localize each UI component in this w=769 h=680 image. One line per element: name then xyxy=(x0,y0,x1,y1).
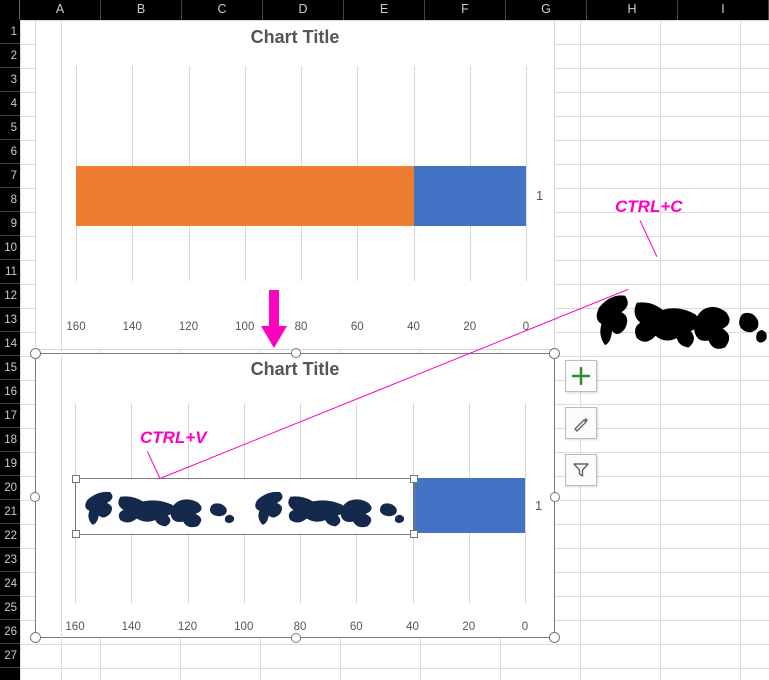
spreadsheet-grid[interactable]: Chart Title 1 160 140 120 100 80 60 40 20 0 xyxy=(20,20,769,680)
x-tick-label: 100 xyxy=(230,621,258,633)
selection-handle[interactable] xyxy=(549,632,560,643)
chart1-series2-bar[interactable] xyxy=(76,166,414,226)
col-header-B[interactable]: B xyxy=(101,0,182,20)
row-header-10[interactable]: 10 xyxy=(0,236,20,260)
arrow-down-icon xyxy=(263,290,285,350)
row-header-14[interactable]: 14 xyxy=(0,332,20,356)
row-header-11[interactable]: 11 xyxy=(0,260,20,284)
chart2-title[interactable]: Chart Title xyxy=(35,359,555,380)
x-tick-label: 160 xyxy=(61,621,89,633)
col-header-D[interactable]: D xyxy=(263,0,344,20)
row-header-3[interactable]: 3 xyxy=(0,68,20,92)
row-header-8[interactable]: 8 xyxy=(0,188,20,212)
col-header-H[interactable]: H xyxy=(587,0,678,20)
row-header-17[interactable]: 17 xyxy=(0,404,20,428)
row-header-18[interactable]: 18 xyxy=(0,428,20,452)
row-header-22[interactable]: 22 xyxy=(0,524,20,548)
gridline xyxy=(525,403,526,603)
ctrl-v-annotation: CTRL+V xyxy=(140,428,207,448)
col-header-E[interactable]: E xyxy=(344,0,425,20)
selection-handle[interactable] xyxy=(30,492,40,502)
world-map-image[interactable] xyxy=(585,250,769,405)
row-header-5[interactable]: 5 xyxy=(0,116,20,140)
gridline xyxy=(76,66,77,281)
row-header-19[interactable]: 19 xyxy=(0,452,20,476)
selection-handle[interactable] xyxy=(30,348,41,359)
row-header-9[interactable]: 9 xyxy=(0,212,20,236)
selection-handle[interactable] xyxy=(291,348,301,358)
chart1-title[interactable]: Chart Title xyxy=(36,27,554,48)
row-header-26[interactable]: 26 xyxy=(0,620,20,644)
ctrl-c-annotation: CTRL+C xyxy=(615,197,683,217)
x-tick-label: 60 xyxy=(342,621,370,633)
row-header-16[interactable]: 16 xyxy=(0,380,20,404)
chart1-y-category: 1 xyxy=(536,188,543,203)
row-header-20[interactable]: 20 xyxy=(0,476,20,500)
row-header-12[interactable]: 12 xyxy=(0,284,20,308)
col-header-F[interactable]: F xyxy=(425,0,506,20)
select-all-corner[interactable] xyxy=(0,0,20,20)
row-header-4[interactable]: 4 xyxy=(0,92,20,116)
row-header-13[interactable]: 13 xyxy=(0,308,20,332)
x-tick-label: 140 xyxy=(117,621,145,633)
row-header-15[interactable]: 15 xyxy=(0,356,20,380)
row-header-col: 1234567891011121314151617181920212223242… xyxy=(0,20,20,680)
selection-handle[interactable] xyxy=(550,492,560,502)
x-tick-label: 0 xyxy=(511,621,539,633)
row-header-1[interactable]: 1 xyxy=(0,20,20,44)
chart-object-1[interactable]: Chart Title 1 160140120100806040200 xyxy=(35,20,555,350)
row-header-23[interactable]: 23 xyxy=(0,548,20,572)
col-header-G[interactable]: G xyxy=(506,0,587,20)
row-header-21[interactable]: 21 xyxy=(0,500,20,524)
row-header-7[interactable]: 7 xyxy=(0,164,20,188)
col-header-C[interactable]: C xyxy=(182,0,263,20)
selection-handle[interactable] xyxy=(30,632,41,643)
x-tick-label: 20 xyxy=(455,621,483,633)
chart2-y-category: 1 xyxy=(535,498,542,513)
gridline xyxy=(75,403,76,603)
chart-filters-button[interactable] xyxy=(565,454,597,486)
chart-object-2[interactable]: Chart Title 1 1601 xyxy=(35,353,555,638)
x-tick-label: 120 xyxy=(174,621,202,633)
selection-handle[interactable] xyxy=(549,348,560,359)
chart1-series1-bar[interactable] xyxy=(414,166,527,226)
x-tick-label: 80 xyxy=(286,621,314,633)
column-header-row: A B C D E F G H I xyxy=(0,0,769,20)
row-header-2[interactable]: 2 xyxy=(0,44,20,68)
x-tick-label: 40 xyxy=(399,621,427,633)
row-header-27[interactable]: 27 xyxy=(0,644,20,668)
chart-styles-button[interactable] xyxy=(565,407,597,439)
row-header-6[interactable]: 6 xyxy=(0,140,20,164)
row-header-25[interactable]: 25 xyxy=(0,596,20,620)
col-header-I[interactable]: I xyxy=(678,0,769,20)
col-header-A[interactable]: A xyxy=(20,0,101,20)
selection-handle[interactable] xyxy=(291,633,301,643)
gridline xyxy=(526,66,527,281)
chart2-series1-bar[interactable] xyxy=(413,478,526,533)
data-selection-box[interactable] xyxy=(75,478,415,535)
row-header-24[interactable]: 24 xyxy=(0,572,20,596)
